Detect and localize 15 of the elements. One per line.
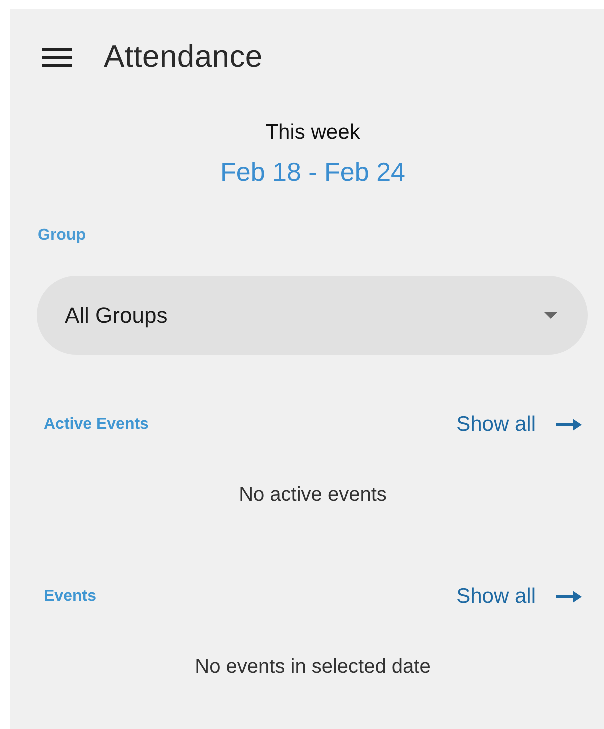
section-title: Active Events: [44, 416, 149, 434]
field-label: Group: [38, 226, 86, 246]
caret-icon: [544, 312, 558, 319]
arrow-right-icon: [556, 591, 582, 603]
empty-message: No events in selected date: [194, 655, 432, 679]
week-label: This week: [266, 120, 360, 146]
group-dropdown[interactable]: All Groups: [37, 276, 588, 355]
arrow-right-icon: [556, 419, 582, 431]
menu-icon[interactable]: [42, 47, 72, 67]
show-all-link[interactable]: Show all: [456, 413, 582, 437]
empty-message: No active events: [238, 483, 388, 507]
date-range[interactable]: Feb 18 - Feb 24: [220, 156, 406, 188]
show-all-link[interactable]: Show all: [456, 585, 582, 609]
section-title: Events: [44, 588, 96, 606]
page-title: Attendance: [104, 39, 263, 75]
